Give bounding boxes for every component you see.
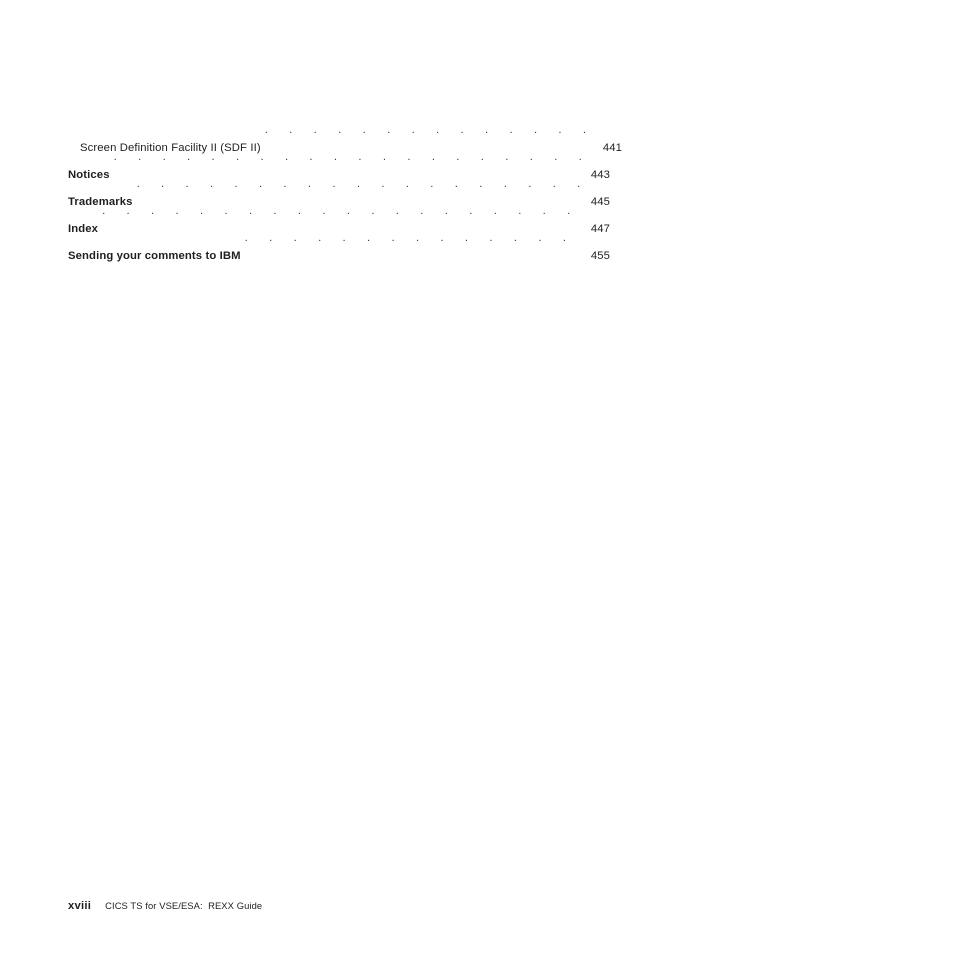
- toc-entry-page-number: 441: [602, 142, 622, 154]
- toc-dot-leader: [265, 124, 598, 151]
- toc-entry-page-number: 447: [590, 223, 610, 235]
- toc-entry[interactable]: Index 447: [68, 205, 610, 235]
- toc-entry-title: Notices: [68, 169, 110, 181]
- toc-entry[interactable]: Screen Definition Facility II (SDF II) 4…: [68, 124, 622, 154]
- document-page: Screen Definition Facility II (SDF II) 4…: [0, 0, 954, 954]
- toc-entry[interactable]: Trademarks 445: [68, 178, 610, 208]
- toc-entry[interactable]: Notices 443: [68, 151, 610, 181]
- toc-dot-leader: [114, 151, 586, 178]
- toc-entry-page-number: 455: [590, 250, 610, 262]
- toc-dot-leader: [102, 205, 586, 232]
- toc-entry-title: Sending your comments to IBM: [68, 250, 241, 262]
- toc-entry-page-number: 445: [590, 196, 610, 208]
- toc-dot-leader: [137, 178, 586, 205]
- toc-entry-page-number: 443: [590, 169, 610, 181]
- toc-entry[interactable]: Sending your comments to IBM 455: [68, 232, 610, 262]
- footer-page-folio: xviii: [68, 900, 92, 912]
- toc-entry-title: Index: [68, 223, 99, 235]
- page-footer: xviii CICS TS for VSE/ESA: REXX Guide: [68, 900, 262, 912]
- footer-document-title: CICS TS for VSE/ESA: REXX Guide: [105, 900, 263, 911]
- toc-dot-leader: [245, 232, 586, 259]
- table-of-contents: Screen Definition Facility II (SDF II) 4…: [68, 124, 622, 262]
